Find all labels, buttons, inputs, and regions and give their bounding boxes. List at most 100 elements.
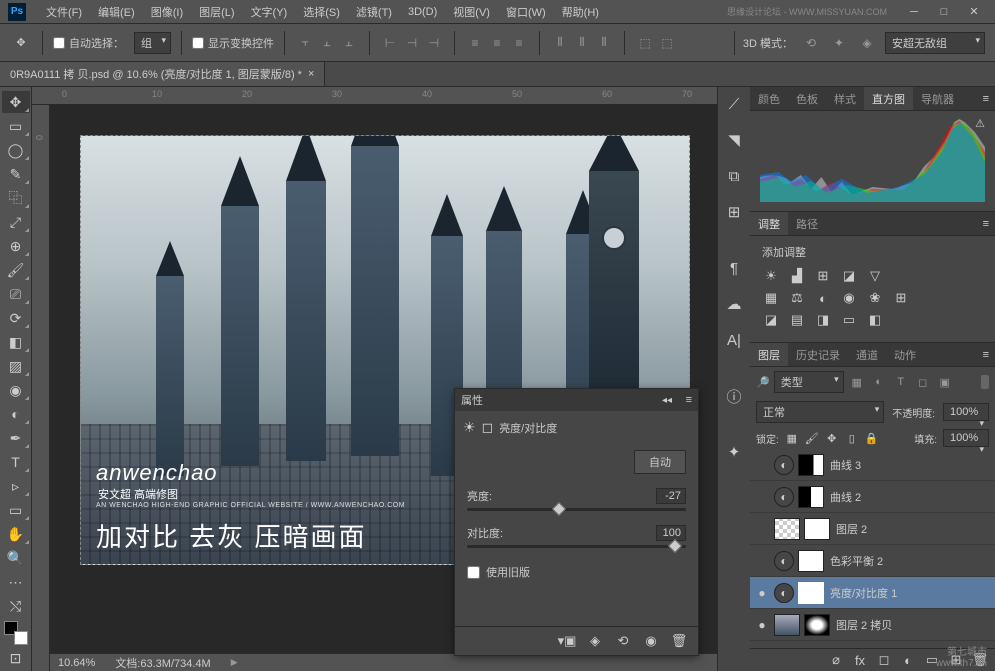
menu-file[interactable]: 文件(F) — [38, 4, 90, 20]
opacity-dropdown[interactable]: 100% — [943, 403, 989, 421]
minimize-button[interactable]: ─ — [901, 3, 927, 21]
align-vcenter-icon[interactable]: ⫠ — [317, 33, 337, 53]
gradient-tool[interactable]: ▨ — [2, 355, 30, 377]
arrange-icon[interactable]: ⬚ — [635, 33, 655, 53]
close-button[interactable]: ✕ — [961, 3, 987, 21]
healing-tool[interactable]: ⊕ — [2, 235, 30, 257]
align-hcenter-icon[interactable]: ⊣ — [402, 33, 422, 53]
contrast-slider[interactable] — [467, 545, 686, 548]
lock-position-icon[interactable]: ✥ — [825, 431, 839, 445]
lock-transparency-icon[interactable]: ▦ — [785, 431, 799, 445]
align-top-icon[interactable]: ⫟ — [295, 33, 315, 53]
contrast-value[interactable]: 100 — [656, 525, 686, 541]
close-tab-icon[interactable]: × — [308, 68, 314, 80]
filter-kind-dropdown[interactable]: 类型 — [774, 371, 844, 393]
lock-nest-icon[interactable]: ▯ — [845, 431, 859, 445]
layer-thumb[interactable] — [774, 614, 800, 636]
mask-thumb[interactable] — [804, 614, 830, 636]
quick-mask-mode[interactable]: ⊡ — [2, 647, 30, 669]
visibility-toggle[interactable]: ● — [754, 586, 770, 600]
brush-presets-icon[interactable]: ◥ — [721, 127, 747, 153]
blend-mode-dropdown[interactable]: 正常 — [756, 401, 884, 423]
info-icon[interactable]: ⓘ — [721, 383, 747, 409]
panel-menu-icon[interactable]: ≡ — [977, 218, 995, 230]
layer-name[interactable]: 色彩平衡 2 — [830, 553, 883, 569]
character-icon[interactable]: A| — [721, 327, 747, 353]
curves-icon[interactable]: ⊞ — [814, 268, 832, 284]
menu-filter[interactable]: 滤镜(T) — [348, 4, 400, 20]
layer-thumb[interactable] — [774, 518, 800, 540]
filter-type-icon[interactable]: T — [892, 374, 910, 390]
mask-thumb[interactable] — [804, 518, 830, 540]
layer-item[interactable]: ◐ 曲线 3 — [750, 449, 995, 481]
align-bottom-icon[interactable]: ⫠ — [339, 33, 359, 53]
menu-type[interactable]: 文字(Y) — [243, 4, 296, 20]
adjustment-icon[interactable]: ◐ — [899, 652, 917, 668]
filter-adj-icon[interactable]: ◐ — [870, 374, 888, 390]
layer-name[interactable]: 曲线 3 — [830, 457, 861, 473]
colors-swap[interactable]: ⤭ — [2, 595, 30, 617]
mask-icon[interactable]: ◻ — [875, 652, 893, 668]
move-tool[interactable]: ✥ — [2, 91, 30, 113]
layer-item[interactable]: ● ◐ 亮度/对比度 1 — [750, 577, 995, 609]
mask-thumb[interactable] — [798, 486, 824, 508]
panel-menu-icon[interactable]: ≡ — [977, 349, 995, 361]
document-tab[interactable]: 0R9A0111 拷 贝.psd @ 10.6% (亮度/对比度 1, 图层蒙版… — [0, 62, 325, 86]
quick-select-tool[interactable]: ✎ — [2, 163, 30, 185]
distribute-icon[interactable]: ≡ — [465, 33, 485, 53]
delete-icon[interactable]: 🗑 — [670, 633, 688, 649]
brightness-icon[interactable]: ☀ — [762, 268, 780, 284]
menu-edit[interactable]: 编辑(E) — [90, 4, 143, 20]
visibility-toggle[interactable]: ● — [754, 618, 770, 632]
path-select-tool[interactable]: ▹ — [2, 475, 30, 497]
clone-source-icon[interactable]: ⧉ — [721, 163, 747, 189]
selective-icon[interactable]: ◧ — [866, 312, 884, 328]
align-right-icon[interactable]: ⊣ — [424, 33, 444, 53]
navigator-tab[interactable]: 导航器 — [913, 87, 962, 110]
zoom-level[interactable]: 10.64% — [58, 657, 95, 669]
filter-pixel-icon[interactable]: ▦ — [848, 374, 866, 390]
adjustment-thumb[interactable]: ◐ — [774, 551, 794, 571]
layer-name[interactable]: 亮度/对比度 1 — [830, 585, 897, 601]
actions-tab[interactable]: 动作 — [886, 343, 924, 366]
arrange-icon[interactable]: ⬚ — [657, 33, 677, 53]
adjustments-tab[interactable]: 调整 — [750, 212, 788, 235]
distribute-icon[interactable]: ≡ — [509, 33, 529, 53]
layers-tab[interactable]: 图层 — [750, 343, 788, 366]
status-arrow-icon[interactable]: ▶ — [231, 657, 238, 668]
blur-tool[interactable]: ◉ — [2, 379, 30, 401]
layer-comps-icon[interactable]: ⊞ — [721, 199, 747, 225]
visibility-icon[interactable]: ◉ — [642, 633, 660, 649]
adjustment-thumb[interactable]: ◐ — [774, 583, 794, 603]
auto-select-checkbox[interactable]: 自动选择： — [53, 35, 124, 51]
filter-toggle[interactable] — [981, 375, 989, 389]
filter-smart-icon[interactable]: ▣ — [936, 374, 954, 390]
layer-item[interactable]: ◐ 色彩平衡 2 — [750, 545, 995, 577]
auto-select-dropdown[interactable]: 组 — [134, 32, 171, 54]
lookup-icon[interactable]: ⊞ — [892, 290, 910, 306]
distribute-icon[interactable]: ⦀ — [550, 33, 570, 53]
photo-filter-icon[interactable]: ◉ — [840, 290, 858, 306]
lock-pixels-icon[interactable]: 🖌 — [805, 431, 819, 445]
maximize-button[interactable]: □ — [931, 3, 957, 21]
history-brush-tool[interactable]: ⟳ — [2, 307, 30, 329]
filter-shape-icon[interactable]: ◻ — [914, 374, 932, 390]
history-tab[interactable]: 历史记录 — [788, 343, 848, 366]
link-icon[interactable]: ⌀ — [827, 652, 845, 668]
eyedropper-tool[interactable]: ⤢ — [2, 211, 30, 233]
fill-dropdown[interactable]: 100% — [943, 429, 989, 447]
menu-layer[interactable]: 图层(L) — [191, 4, 242, 20]
fx-icon[interactable]: fx — [851, 652, 869, 668]
histogram-warning-icon[interactable]: ⚠ — [975, 117, 985, 130]
menu-view[interactable]: 视图(V) — [445, 4, 498, 20]
brightness-slider[interactable] — [467, 508, 686, 511]
dodge-tool[interactable]: ◐ — [2, 403, 30, 425]
channels-tab[interactable]: 通道 — [848, 343, 886, 366]
menu-help[interactable]: 帮助(H) — [554, 4, 607, 20]
library-icon[interactable]: ☁ — [721, 291, 747, 317]
mask-thumb[interactable] — [798, 454, 824, 476]
distribute-icon[interactable]: ≡ — [487, 33, 507, 53]
zoom-tool[interactable]: 🔍 — [2, 547, 30, 569]
clip-icon[interactable]: ▾▣ — [558, 633, 576, 649]
crop-tool[interactable]: ⿻ — [2, 187, 30, 209]
